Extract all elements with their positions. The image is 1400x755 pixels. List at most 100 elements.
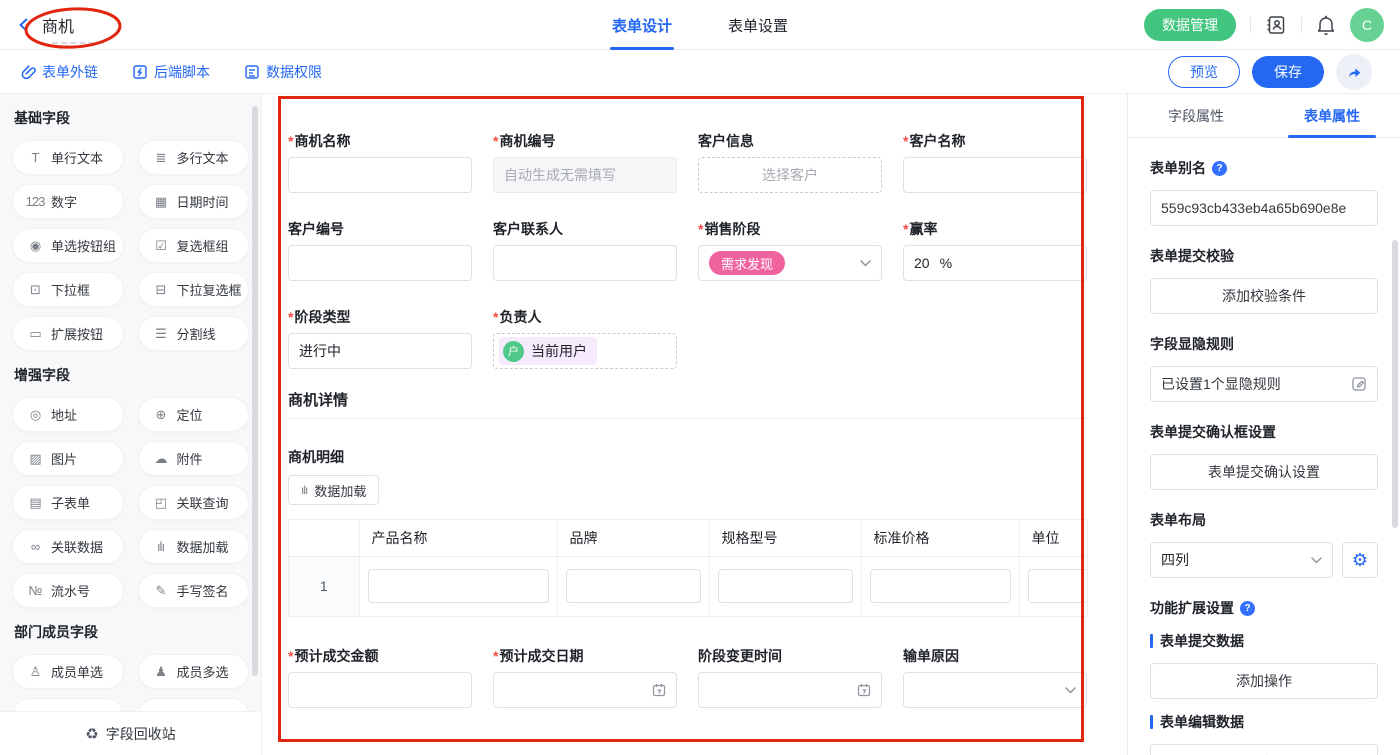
layout-select[interactable]: 四列	[1150, 542, 1333, 578]
field-pill[interactable]: ☁ 附件	[138, 441, 250, 476]
save-button[interactable]: 保存	[1252, 56, 1324, 88]
field-pill[interactable]: ◎ 地址	[12, 397, 124, 432]
customer-contact-input[interactable]	[493, 245, 677, 281]
field-stage-type[interactable]: *阶段类型	[288, 308, 472, 369]
field-pill[interactable]: № 流水号	[12, 573, 124, 608]
field-pill[interactable]: T 单行文本	[12, 140, 124, 175]
win-rate-input[interactable]: 20 %	[903, 245, 1087, 281]
field-sales-stage[interactable]: *销售阶段 需求发现	[698, 220, 882, 281]
stage-type-input[interactable]	[288, 333, 472, 369]
alias-input[interactable]	[1150, 190, 1378, 226]
lose-reason-select[interactable]	[903, 672, 1087, 708]
field-pill[interactable]: ✎ 手写签名	[138, 573, 250, 608]
user-avatar[interactable]: C	[1350, 8, 1384, 42]
form-canvas: *商机名称 *商机编号 客户信息 选择客户 *客户名称	[262, 94, 1127, 755]
sales-stage-select[interactable]: 需求发现	[698, 245, 882, 281]
add-validation-button[interactable]: 添加校验条件	[1150, 278, 1378, 314]
field-pill[interactable]: ▨ 图片	[12, 441, 124, 476]
tab-field-props[interactable]: 字段属性	[1128, 94, 1264, 137]
field-type-icon: 123	[26, 194, 44, 209]
field-pill[interactable]: ⊕ 定位	[138, 397, 250, 432]
field-customer-no[interactable]: 客户编号	[288, 220, 472, 281]
field-customer-contact[interactable]: 客户联系人	[493, 220, 677, 281]
field-lose-reason[interactable]: 输单原因	[903, 647, 1087, 708]
std-price-cell-input[interactable]	[870, 569, 1011, 603]
field-pill[interactable]: ☰ 分割线	[138, 316, 250, 351]
field-label: 商机编号	[499, 131, 555, 151]
field-customer-name[interactable]: *客户名称	[903, 132, 1087, 193]
field-type-icon: ✎	[152, 583, 170, 599]
notification-bell-icon[interactable]	[1316, 14, 1336, 36]
submit-data-add-button[interactable]: 添加操作	[1150, 663, 1378, 699]
data-permission-action[interactable]: 数据权限	[244, 62, 322, 82]
field-pill[interactable]: ⊟ 下拉复选框	[138, 272, 250, 307]
field-expected-date[interactable]: *预计成交日期	[493, 647, 677, 708]
field-pill[interactable]: ∞ 关联数据	[12, 529, 124, 564]
tab-form-settings[interactable]: 表单设置	[728, 0, 788, 50]
back-button[interactable]	[16, 17, 32, 33]
field-pill[interactable]: ◉ 单选按钮组	[12, 228, 124, 263]
field-pill[interactable]: ılı 数据加载	[138, 529, 250, 564]
stage-change-time-picker[interactable]	[698, 672, 882, 708]
spec-cell-input[interactable]	[718, 569, 853, 603]
edit-data-add-button[interactable]: 添加操作	[1150, 744, 1378, 755]
field-win-rate[interactable]: *赢率 20 %	[903, 220, 1087, 281]
visibility-rule-box[interactable]: 已设置1个显隐规则	[1150, 366, 1378, 402]
field-label: 输单原因	[903, 646, 959, 666]
tab-form-props[interactable]: 表单属性	[1264, 94, 1400, 137]
col-product-name: 产品名称	[359, 520, 557, 556]
expected-amount-input[interactable]	[288, 672, 472, 708]
layout-settings-button[interactable]: ⚙	[1342, 542, 1378, 578]
field-opp-name[interactable]: *商机名称	[288, 132, 472, 193]
required-mark: *	[288, 648, 293, 664]
field-expected-amount[interactable]: *预计成交金额	[288, 647, 472, 708]
field-stage-change-time[interactable]: 阶段变更时间	[698, 647, 882, 708]
owner-picker[interactable]: 户 当前用户	[493, 333, 677, 369]
field-type-icon: ☑	[152, 238, 170, 254]
field-type-icon: ⊕	[152, 407, 170, 423]
field-pill[interactable]: ▤ 子表单	[12, 485, 124, 520]
field-pill[interactable]: ▦ 日期时间	[138, 184, 250, 219]
tab-form-design[interactable]: 表单设计	[612, 0, 672, 50]
field-customer-info[interactable]: 客户信息 选择客户	[698, 132, 882, 193]
field-type-icon: ılı	[152, 539, 170, 554]
required-mark: *	[288, 133, 293, 149]
product-name-cell-input[interactable]	[368, 569, 549, 603]
accent-bar	[1150, 634, 1153, 648]
data-manage-button[interactable]: 数据管理	[1144, 9, 1236, 41]
field-pill[interactable]: ≣ 多行文本	[138, 140, 250, 175]
col-std-price: 标准价格	[861, 520, 1019, 556]
field-pill[interactable]: 123 数字	[12, 184, 124, 219]
field-owner[interactable]: *负责人 户 当前用户	[493, 308, 677, 369]
field-pill[interactable]: ▭ 扩展按钮	[12, 316, 124, 351]
help-icon[interactable]: ?	[1240, 601, 1255, 616]
external-link-action[interactable]: 表单外链	[20, 62, 98, 82]
share-button[interactable]	[1336, 54, 1372, 90]
field-opp-no[interactable]: *商机编号	[493, 132, 677, 193]
customer-no-input[interactable]	[288, 245, 472, 281]
unit-cell-input[interactable]	[1028, 569, 1089, 603]
opp-name-input[interactable]	[288, 157, 472, 193]
edit-icon[interactable]	[1351, 376, 1367, 392]
customer-picker[interactable]: 选择客户	[698, 157, 882, 193]
field-type-icon: ◎	[26, 407, 44, 423]
customer-name-input[interactable]	[903, 157, 1087, 193]
field-recycle-bin[interactable]: ♻ 字段回收站	[0, 711, 261, 755]
field-pill[interactable]: ◰ 关联查询	[138, 485, 250, 520]
field-pill[interactable]: ☑ 复选框组	[138, 228, 250, 263]
backend-script-action[interactable]: 后端脚本	[132, 62, 210, 82]
submit-confirm-button[interactable]: 表单提交确认设置	[1150, 454, 1378, 490]
form-toolbar: 表单外链 后端脚本 数据权限 预览 保存	[0, 50, 1400, 94]
panel-scrollbar[interactable]	[1392, 240, 1398, 528]
field-pill[interactable]: ⊡ 下拉框	[12, 272, 124, 307]
required-mark: *	[493, 648, 498, 664]
field-pill[interactable]: ♟ 成员多选	[138, 654, 250, 689]
sidebar-scrollbar[interactable]	[252, 106, 258, 676]
help-icon[interactable]: ?	[1212, 161, 1227, 176]
brand-cell-input[interactable]	[566, 569, 701, 603]
preview-button[interactable]: 预览	[1168, 56, 1240, 88]
contact-book-icon[interactable]	[1265, 14, 1287, 36]
field-pill[interactable]: ♙ 成员单选	[12, 654, 124, 689]
data-load-button[interactable]: ılı 数据加载	[288, 475, 379, 505]
expected-date-picker[interactable]	[493, 672, 677, 708]
